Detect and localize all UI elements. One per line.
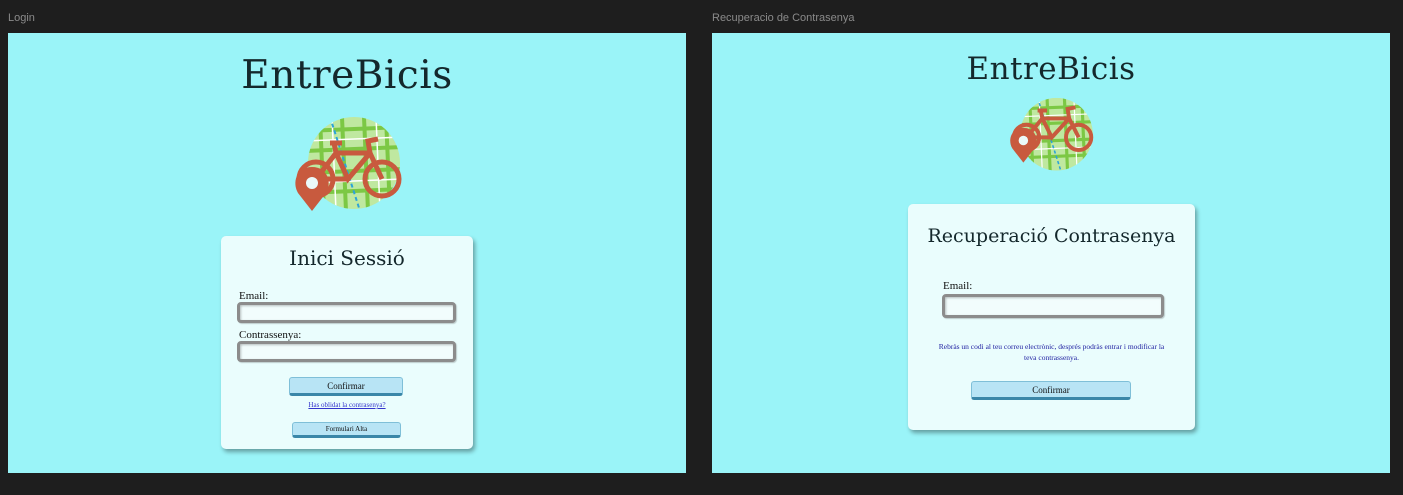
password-label: Contrassenya: [239, 329, 302, 341]
login-frame: EntreBicis Inici Sessió Email: Contrasse… [8, 33, 686, 473]
recovery-card-title: Recuperació Contrasenya [927, 225, 1176, 247]
recovery-frame: EntreBicis Recuperació Contrasenya Email… [712, 33, 1390, 473]
password-field[interactable] [237, 341, 456, 362]
confirm-button[interactable]: Confirmar [971, 381, 1131, 400]
forgot-password-link[interactable]: Has oblidat la contrasenya? [221, 401, 473, 409]
frame-label-recovery: Recuperacio de Contrasenya [712, 12, 855, 24]
signup-form-button[interactable]: Formulari Alta [292, 422, 401, 438]
email-label: Email: [239, 290, 269, 302]
bike-map-pin-logo-icon [1010, 97, 1094, 171]
recovery-card: Recuperació Contrasenya Email: Rebràs un… [908, 204, 1195, 430]
login-card: Inici Sessió Email: Contrassenya: Confir… [221, 236, 473, 449]
email-field[interactable] [237, 302, 456, 323]
email-label: Email: [943, 280, 973, 292]
login-card-title: Inici Sessió [289, 246, 405, 270]
bike-map-pin-logo-icon [295, 117, 402, 211]
app-title: EntreBicis [241, 53, 453, 98]
recovery-info-text: Rebràs un codi al teu correu electrònic,… [938, 342, 1165, 362]
app-title: EntreBicis [966, 51, 1136, 87]
confirm-button[interactable]: Confirmar [289, 377, 403, 396]
frame-label-login: Login [8, 12, 35, 24]
email-field[interactable] [942, 294, 1164, 318]
